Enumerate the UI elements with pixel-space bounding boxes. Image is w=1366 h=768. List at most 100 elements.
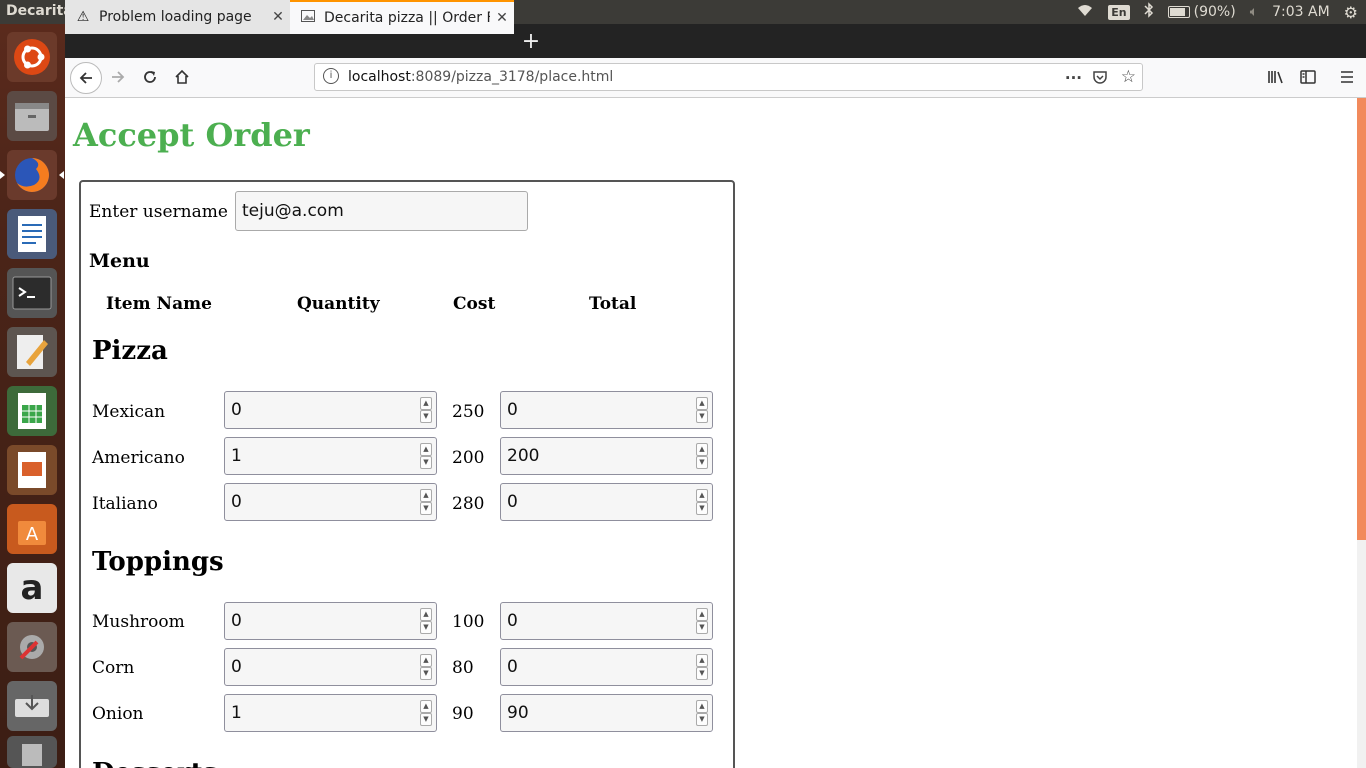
spin-up-icon[interactable]: ▲ [696, 443, 708, 456]
total-field[interactable]: 0 ▲ ▼ [500, 648, 713, 686]
spin-down-icon[interactable]: ▼ [420, 502, 432, 515]
spin-up-icon[interactable]: ▲ [696, 489, 708, 502]
trash-icon[interactable] [7, 736, 57, 768]
item-name: Italiano [92, 494, 158, 514]
tab-problem-loading[interactable]: ⚠ Problem loading page ✕ [65, 0, 290, 34]
total-field[interactable]: 0 ▲ ▼ [500, 602, 713, 640]
wifi-icon[interactable] [1076, 3, 1094, 21]
spin-down-icon[interactable]: ▼ [696, 502, 708, 515]
page-scrollbar-thumb[interactable] [1357, 98, 1366, 540]
spin-up-icon[interactable]: ▲ [420, 654, 432, 667]
spinner[interactable]: ▲ ▼ [696, 608, 708, 634]
page-actions-icon[interactable]: ··· [1065, 69, 1082, 87]
usb-drive-icon[interactable] [7, 681, 57, 731]
keyboard-layout-indicator[interactable]: En [1108, 4, 1130, 20]
spin-up-icon[interactable]: ▲ [420, 700, 432, 713]
info-icon[interactable]: i [323, 68, 339, 84]
tab-label: Decarita pizza || Order Fo [324, 10, 490, 26]
spin-up-icon[interactable]: ▲ [696, 700, 708, 713]
close-icon[interactable]: ✕ [490, 10, 514, 26]
username-input[interactable]: teju@a.com [235, 191, 528, 231]
firefox-icon[interactable] [0, 150, 64, 200]
spinner[interactable]: ▲ ▼ [696, 489, 708, 515]
item-cost: 280 [452, 494, 485, 514]
new-tab-button[interactable]: + [518, 24, 544, 58]
spin-up-icon[interactable]: ▲ [696, 397, 708, 410]
menu-button[interactable] [1332, 62, 1362, 92]
ubuntu-dash-icon[interactable] [7, 32, 57, 82]
forward-button[interactable] [103, 62, 133, 92]
spin-down-icon[interactable]: ▼ [696, 667, 708, 680]
url-bar[interactable]: i localhost:8089/pizza_3178/place.html ·… [314, 63, 1143, 91]
quantity-value: 0 [231, 657, 242, 677]
spin-down-icon[interactable]: ▼ [420, 667, 432, 680]
terminal-icon[interactable] [7, 268, 57, 318]
volume-muted-icon[interactable]: 🔈︎ [1250, 4, 1258, 20]
total-field[interactable]: 0 ▲ ▼ [500, 391, 713, 429]
item-name: Mexican [92, 402, 166, 422]
text-editor-icon[interactable] [7, 327, 57, 377]
spin-up-icon[interactable]: ▲ [420, 608, 432, 621]
home-button[interactable] [167, 62, 197, 92]
reload-button[interactable] [135, 62, 165, 92]
total-field[interactable]: 90 ▲ ▼ [500, 694, 713, 732]
spin-up-icon[interactable]: ▲ [696, 608, 708, 621]
spin-up-icon[interactable]: ▲ [696, 654, 708, 667]
spin-down-icon[interactable]: ▼ [696, 621, 708, 634]
bluetooth-icon[interactable] [1144, 2, 1154, 22]
total-field[interactable]: 0 ▲ ▼ [500, 483, 713, 521]
spinner[interactable]: ▲ ▼ [420, 608, 432, 634]
total-field[interactable]: 200 ▲ ▼ [500, 437, 713, 475]
libreoffice-impress-icon[interactable] [7, 445, 57, 495]
settings-gear-icon[interactable]: ⚙ [1344, 3, 1358, 22]
spinner[interactable]: ▲ ▼ [696, 700, 708, 726]
spinner[interactable]: ▲ ▼ [696, 397, 708, 423]
quantity-stepper[interactable]: 1 ▲ ▼ [224, 694, 437, 732]
spinner[interactable]: ▲ ▼ [420, 654, 432, 680]
quantity-stepper[interactable]: 0 ▲ ▼ [224, 483, 437, 521]
spinner[interactable]: ▲ ▼ [696, 654, 708, 680]
quantity-stepper[interactable]: 0 ▲ ▼ [224, 648, 437, 686]
column-header-total: Total [589, 294, 637, 314]
spin-down-icon[interactable]: ▼ [420, 410, 432, 423]
libreoffice-writer-icon[interactable] [7, 209, 57, 259]
item-name: Americano [92, 448, 185, 468]
spinner[interactable]: ▲ ▼ [420, 489, 432, 515]
files-icon[interactable] [7, 91, 57, 141]
quantity-value: 0 [231, 611, 242, 631]
spinner[interactable]: ▲ ▼ [420, 397, 432, 423]
tab-decarita-pizza[interactable]: Decarita pizza || Order Fo ✕ [290, 0, 514, 34]
url-text[interactable]: localhost:8089/pizza_3178/place.html [348, 69, 613, 85]
bookmark-star-icon[interactable]: ☆ [1121, 67, 1136, 87]
system-settings-icon[interactable] [7, 622, 57, 672]
library-button[interactable] [1261, 62, 1291, 92]
spinner[interactable]: ▲ ▼ [420, 700, 432, 726]
quantity-stepper[interactable]: 1 ▲ ▼ [224, 437, 437, 475]
spin-down-icon[interactable]: ▼ [420, 456, 432, 469]
battery-indicator[interactable]: (90%) [1167, 4, 1236, 20]
spin-down-icon[interactable]: ▼ [696, 456, 708, 469]
clock[interactable]: 7:03 AM [1272, 4, 1330, 20]
back-button[interactable] [70, 62, 102, 94]
item-name: Mushroom [92, 612, 185, 632]
quantity-stepper[interactable]: 0 ▲ ▼ [224, 391, 437, 429]
spin-down-icon[interactable]: ▼ [420, 621, 432, 634]
spin-down-icon[interactable]: ▼ [420, 713, 432, 726]
spin-up-icon[interactable]: ▲ [420, 443, 432, 456]
pocket-icon[interactable] [1092, 69, 1108, 89]
sidebar-button[interactable] [1293, 62, 1323, 92]
spin-down-icon[interactable]: ▼ [696, 713, 708, 726]
username-label: Enter username : [89, 202, 240, 222]
quantity-stepper[interactable]: 0 ▲ ▼ [224, 602, 437, 640]
item-cost: 80 [452, 658, 474, 678]
spinner[interactable]: ▲ ▼ [696, 443, 708, 469]
software-center-icon[interactable]: A [7, 504, 57, 554]
spinner[interactable]: ▲ ▼ [420, 443, 432, 469]
battery-percent: (90%) [1193, 4, 1236, 20]
spin-down-icon[interactable]: ▼ [696, 410, 708, 423]
close-icon[interactable]: ✕ [266, 9, 290, 25]
spin-up-icon[interactable]: ▲ [420, 489, 432, 502]
spin-up-icon[interactable]: ▲ [420, 397, 432, 410]
amazon-icon[interactable]: a [7, 563, 57, 613]
libreoffice-calc-icon[interactable] [7, 386, 57, 436]
